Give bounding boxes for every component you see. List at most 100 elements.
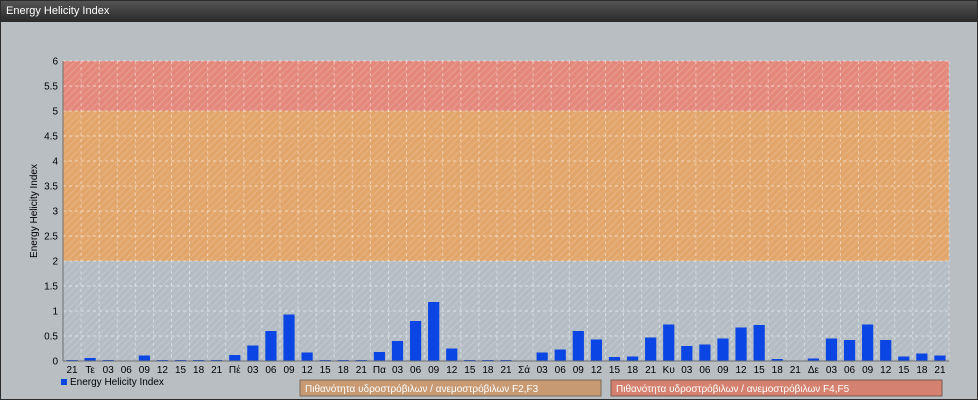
x-tick-label-19: 06: [410, 365, 422, 376]
x-tick-label-37: 12: [735, 365, 747, 376]
bar-11: [265, 331, 277, 361]
x-tick-label-38: 15: [754, 365, 766, 376]
legend: Energy Helicity Index Πιθανότητα υδροστρ…: [61, 377, 943, 397]
bar-27: [554, 349, 566, 361]
x-tick-label-36: 09: [717, 365, 729, 376]
bar-32: [645, 337, 657, 361]
y-tick-labels: 0 0.5 1 1.5 2 2.5 3 3.5 4 4.5 5 5.5 6: [44, 57, 58, 368]
y-tick-label-6: 3: [52, 207, 58, 218]
bar-13: [301, 352, 313, 361]
y-tick-label-0: 0: [52, 357, 58, 368]
x-tick-label-39: 18: [772, 365, 784, 376]
x-tick-label-20: 09: [428, 365, 440, 376]
x-tick-label-13: 12: [302, 365, 314, 376]
bar-33: [663, 324, 675, 361]
x-tick-label-17: Πα: [373, 365, 386, 376]
legend-band-f4f5-label: Πιθανότητα υδροστρόβιλων / ανεμοστρόβιλω…: [616, 383, 850, 395]
x-tick-label-18: 03: [392, 365, 404, 376]
x-tick-label-40: 21: [790, 365, 802, 376]
bar-12: [283, 314, 295, 361]
legend-series-label: Energy Helicity Index: [70, 377, 164, 388]
y-axis-label: Energy Helicity Index: [29, 164, 40, 258]
x-tick-label-33: Κυ: [663, 365, 675, 376]
bar-19: [409, 321, 422, 361]
bar-26: [536, 352, 548, 361]
x-tick-label-14: 15: [320, 365, 332, 376]
x-tick-label-21: 12: [446, 365, 458, 376]
y-tick-label-4: 2: [52, 257, 58, 268]
x-tick-label-32: 21: [645, 365, 657, 376]
x-tick-label-11: 06: [265, 365, 277, 376]
title-bar: Energy Helicity Index: [1, 1, 977, 22]
x-tick-label-8: 21: [211, 365, 223, 376]
window-title: Energy Helicity Index: [6, 5, 110, 17]
x-tick-label-34: 03: [681, 365, 693, 376]
bar-35: [699, 344, 711, 361]
y-tick-label-11: 5.5: [44, 82, 58, 93]
x-tick-label-2: 03: [103, 365, 115, 376]
bar-48: [934, 355, 946, 361]
bar-38: [753, 325, 765, 361]
y-tick-label-5: 2.5: [44, 232, 58, 243]
x-tick-label-12: 09: [283, 365, 295, 376]
x-tick-label-9: Πέ: [229, 364, 241, 376]
x-tick-label-3: 06: [121, 365, 133, 376]
y-tick-label-12: 6: [52, 57, 58, 68]
x-tick-label-48: 21: [934, 365, 946, 376]
x-tick-label-22: 15: [464, 365, 476, 376]
bar-17: [373, 352, 386, 361]
x-tick-label-15: 18: [338, 365, 350, 376]
x-tick-label-26: 03: [537, 365, 549, 376]
bar-21: [446, 348, 458, 361]
x-tick-label-42: 03: [826, 365, 838, 376]
x-tick-label-0: 21: [66, 365, 78, 376]
x-tick-label-30: 15: [609, 365, 621, 376]
x-tick-label-25: Σά: [518, 364, 530, 376]
y-tick-label-8: 4: [52, 157, 58, 168]
x-tick-label-43: 06: [844, 365, 856, 376]
x-tick-label-47: 18: [916, 365, 928, 376]
x-tick-label-44: 09: [862, 365, 874, 376]
bar-36: [717, 338, 729, 361]
bar-20: [428, 302, 440, 361]
bar-46: [898, 356, 910, 361]
x-tick-label-35: 06: [699, 365, 711, 376]
x-tick-label-29: 12: [591, 365, 603, 376]
helicity-chart: 0 0.5 1 1.5 2 2.5 3 3.5 4 4.5 5 5.5 6 21 Τε 03 06 09 12 15…: [1, 22, 977, 399]
x-tick-label-23: 18: [482, 365, 494, 376]
x-tick-labels: 21 Τε 03 06 09 12 15 18 21 Πέ 03 06 09 12 15 18 21 Πα 03 06…: [66, 364, 945, 376]
y-tick-label-7: 3.5: [44, 182, 58, 193]
bar-10: [247, 345, 259, 361]
legend-band-f2f3-label: Πιθανότητα υδροστρόβιλων / ανεμοστρόβιλω…: [305, 383, 539, 395]
x-tick-label-24: 21: [500, 365, 512, 376]
x-tick-label-16: 21: [356, 365, 368, 376]
x-tick-label-1: Τε: [85, 365, 95, 376]
y-tick-label-2: 1: [52, 307, 58, 318]
x-tick-label-46: 15: [898, 365, 910, 376]
bar-4: [138, 355, 150, 361]
bar-42: [825, 338, 838, 361]
bar-9: [229, 355, 241, 361]
x-tick-label-6: 15: [175, 365, 187, 376]
x-tick-label-41: Δε: [808, 365, 820, 376]
y-tick-label-10: 5: [52, 107, 58, 118]
x-tick-label-28: 09: [573, 365, 585, 376]
bar-45: [880, 340, 892, 361]
bar-30: [608, 357, 621, 361]
y-tick-label-9: 4.5: [44, 132, 58, 143]
y-tick-label-1: 0.5: [44, 332, 58, 343]
y-tick-label-3: 1.5: [44, 282, 58, 293]
x-tick-label-7: 18: [193, 365, 205, 376]
x-tick-label-45: 12: [880, 365, 892, 376]
bar-29: [590, 339, 603, 361]
bar-31: [626, 356, 639, 361]
x-tick-label-10: 03: [247, 365, 259, 376]
x-tick-label-5: 12: [157, 365, 169, 376]
bar-43: [843, 340, 856, 361]
x-tick-label-27: 06: [555, 365, 567, 376]
bar-18: [391, 341, 404, 361]
bar-44: [862, 324, 874, 361]
bar-34: [681, 346, 693, 361]
bar-37: [735, 327, 747, 361]
x-tick-label-31: 18: [627, 365, 639, 376]
